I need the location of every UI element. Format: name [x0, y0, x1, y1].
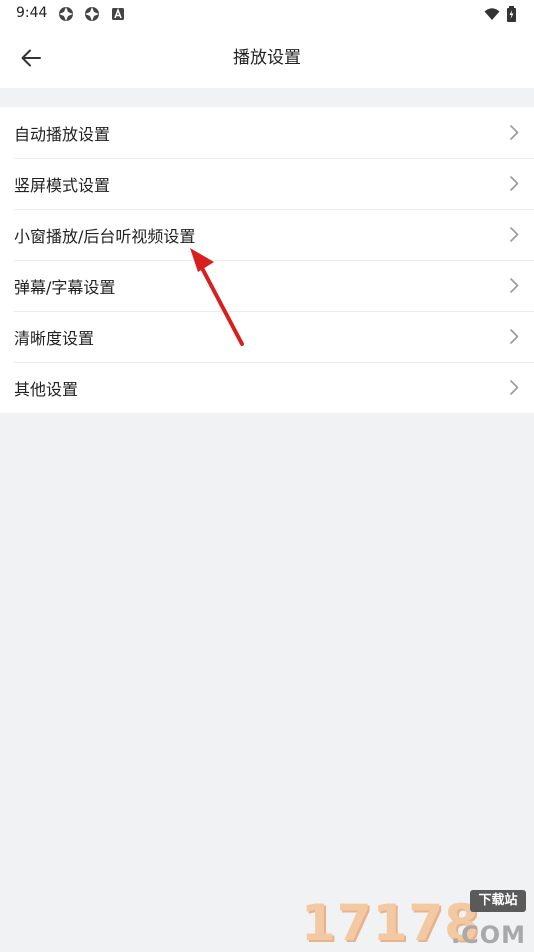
- settings-item-label: 竖屏模式设置: [14, 175, 111, 195]
- wifi-icon: [484, 6, 500, 22]
- aperture-icon: [58, 6, 74, 22]
- arrow-left-icon: [21, 49, 41, 67]
- chevron-right-icon: [508, 328, 520, 345]
- chevron-right-icon: [508, 175, 520, 192]
- status-bar: 9:44: [0, 0, 534, 28]
- settings-item-autoplay[interactable]: 自动播放设置: [0, 107, 534, 158]
- chevron-right-icon: [508, 379, 520, 396]
- a-letter-icon: [110, 6, 126, 22]
- page-title: 播放设置: [233, 48, 301, 68]
- settings-item-label: 清晰度设置: [14, 328, 95, 348]
- back-button[interactable]: [14, 43, 48, 73]
- watermark-logo: 17178 下载站 .COM: [301, 890, 526, 950]
- chevron-right-icon: [508, 124, 520, 141]
- settings-item-label: 其他设置: [14, 379, 79, 399]
- aperture-icon: [84, 6, 100, 22]
- chevron-right-icon: [508, 277, 520, 294]
- chevron-right-icon: [508, 226, 520, 243]
- annotation-arrow-icon: [190, 248, 244, 346]
- status-time: 9:44: [16, 5, 48, 21]
- settings-item-danmaku-subtitle[interactable]: 弹幕/字幕设置: [0, 260, 534, 311]
- app-bar: 播放设置: [0, 28, 534, 88]
- settings-item-portrait-mode[interactable]: 竖屏模式设置: [0, 158, 534, 209]
- settings-item-label: 自动播放设置: [14, 124, 111, 144]
- settings-item-label: 小窗播放/后台听视频设置: [14, 226, 196, 246]
- settings-item-other[interactable]: 其他设置: [0, 362, 534, 413]
- watermark-suffix: .COM: [450, 921, 526, 949]
- settings-list: 自动播放设置 竖屏模式设置 小窗播放/后台听视频设置 弹幕/字幕设置 清晰度设置…: [0, 107, 534, 413]
- settings-item-resolution[interactable]: 清晰度设置: [0, 311, 534, 362]
- settings-item-pip-background[interactable]: 小窗播放/后台听视频设置: [0, 209, 534, 260]
- watermark-badge: 下载站: [470, 890, 526, 912]
- settings-item-label: 弹幕/字幕设置: [14, 277, 116, 297]
- battery-icon: [506, 6, 518, 22]
